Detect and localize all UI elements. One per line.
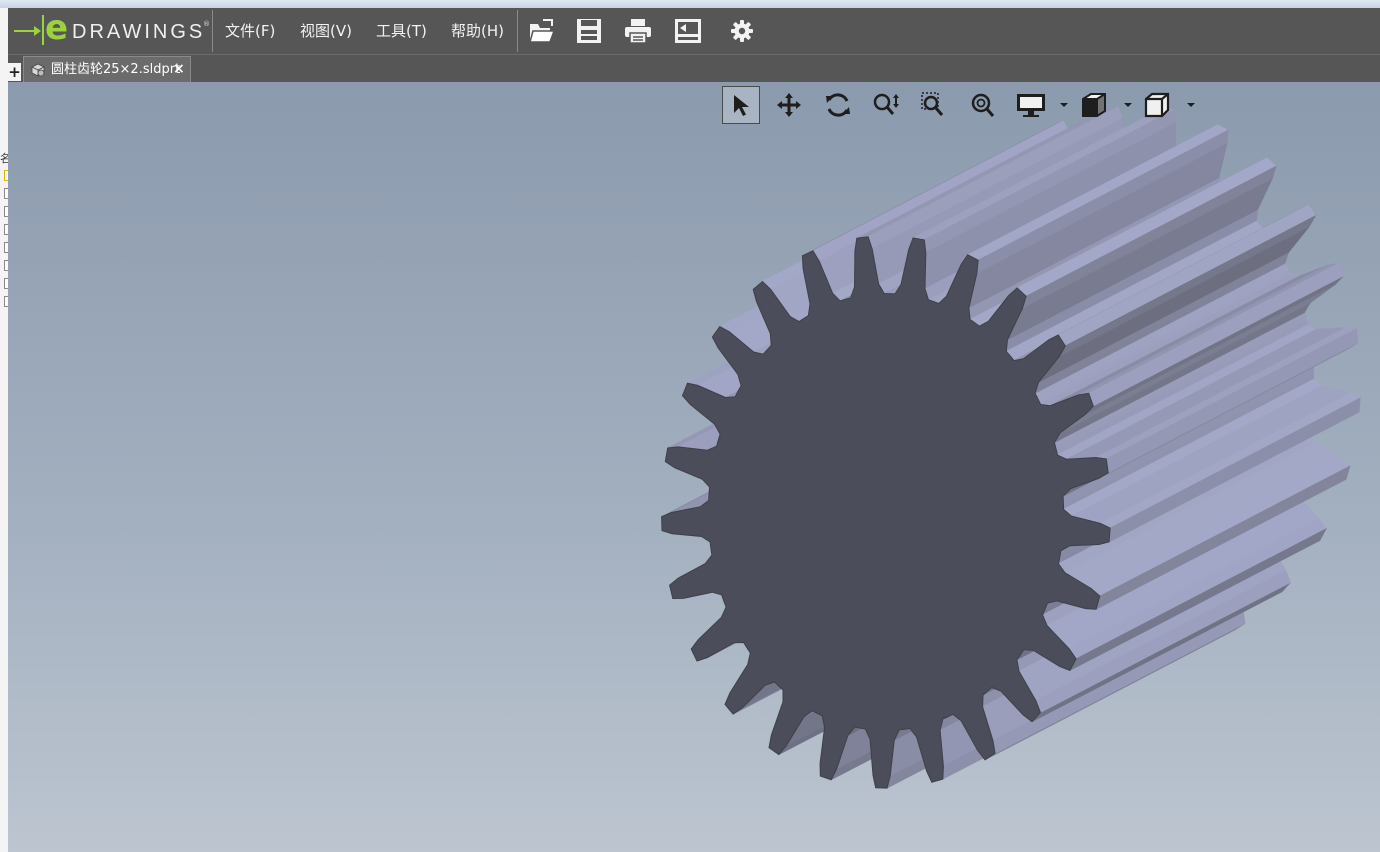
menu-view[interactable]: 视图(V) xyxy=(300,21,352,41)
logo-arrow-head xyxy=(34,26,41,36)
logo-letter: e xyxy=(45,8,69,48)
section-view-icon xyxy=(1082,93,1106,117)
standard-views-button[interactable] xyxy=(1138,86,1176,124)
window-top-strip xyxy=(0,0,1380,8)
open-icon xyxy=(529,19,556,43)
rotate-button[interactable] xyxy=(819,86,857,124)
new-tab-button[interactable]: + xyxy=(8,63,21,81)
left-pane: 名 xyxy=(0,8,9,852)
save-button[interactable] xyxy=(573,15,605,47)
menu-separator xyxy=(517,10,518,52)
settings-button[interactable] xyxy=(726,15,758,47)
display-style-dropdown-icon[interactable] xyxy=(1060,103,1068,107)
logo-bar xyxy=(42,15,44,45)
zoom-icon xyxy=(873,93,899,115)
menu-separator xyxy=(212,10,213,52)
logo-registered-mark: ® xyxy=(203,20,210,28)
zoom-to-fit-button[interactable] xyxy=(964,86,1002,124)
menu-tools[interactable]: 工具(T) xyxy=(376,21,427,41)
close-tab-icon[interactable]: × xyxy=(173,61,185,77)
display-style-button[interactable] xyxy=(1012,86,1050,124)
logo-arrow-line xyxy=(14,30,36,32)
zoom-button[interactable] xyxy=(867,86,905,124)
standard-views-dropdown-icon[interactable] xyxy=(1187,103,1195,107)
menu-bar: e DRAWINGS ® 文件(F) 视图(V) 工具(T) 帮助(H) xyxy=(8,8,1380,54)
document-tab-bar: + 圆柱齿轮25×2.sldprt × xyxy=(8,54,1380,83)
print-button[interactable] xyxy=(622,15,654,47)
view-toolbar xyxy=(722,84,1202,126)
document-tab-label: 圆柱齿轮25×2.sldprt xyxy=(51,62,181,77)
part-icon xyxy=(30,62,46,82)
logo-text: DRAWINGS xyxy=(72,21,206,43)
select-button[interactable] xyxy=(722,86,760,124)
pan-icon xyxy=(777,93,801,117)
menu-file[interactable]: 文件(F) xyxy=(225,21,275,41)
zoom-to-fit-icon xyxy=(971,93,995,117)
rotate-icon xyxy=(826,93,850,117)
zoom-to-area-icon xyxy=(921,92,944,116)
gear-model[interactable] xyxy=(8,82,1380,852)
document-tab[interactable]: 圆柱齿轮25×2.sldprt × xyxy=(23,56,191,83)
open-button[interactable] xyxy=(526,15,558,47)
settings-icon xyxy=(731,20,753,42)
section-view-dropdown-icon[interactable] xyxy=(1124,103,1132,107)
markup-icon xyxy=(675,19,701,43)
print-icon xyxy=(625,19,651,44)
left-pane-header: 名 xyxy=(0,152,8,165)
save-icon xyxy=(577,19,601,43)
display-style-icon xyxy=(1017,94,1045,117)
zoom-to-area-button[interactable] xyxy=(915,86,953,124)
standard-views-icon xyxy=(1144,92,1170,118)
menu-help[interactable]: 帮助(H) xyxy=(451,21,504,41)
edrawings-logo: e DRAWINGS ® xyxy=(14,8,210,50)
section-view-button[interactable] xyxy=(1075,86,1113,124)
select-icon xyxy=(734,95,749,116)
3d-viewport[interactable] xyxy=(8,82,1380,852)
pan-button[interactable] xyxy=(770,86,808,124)
markup-button[interactable] xyxy=(672,15,704,47)
